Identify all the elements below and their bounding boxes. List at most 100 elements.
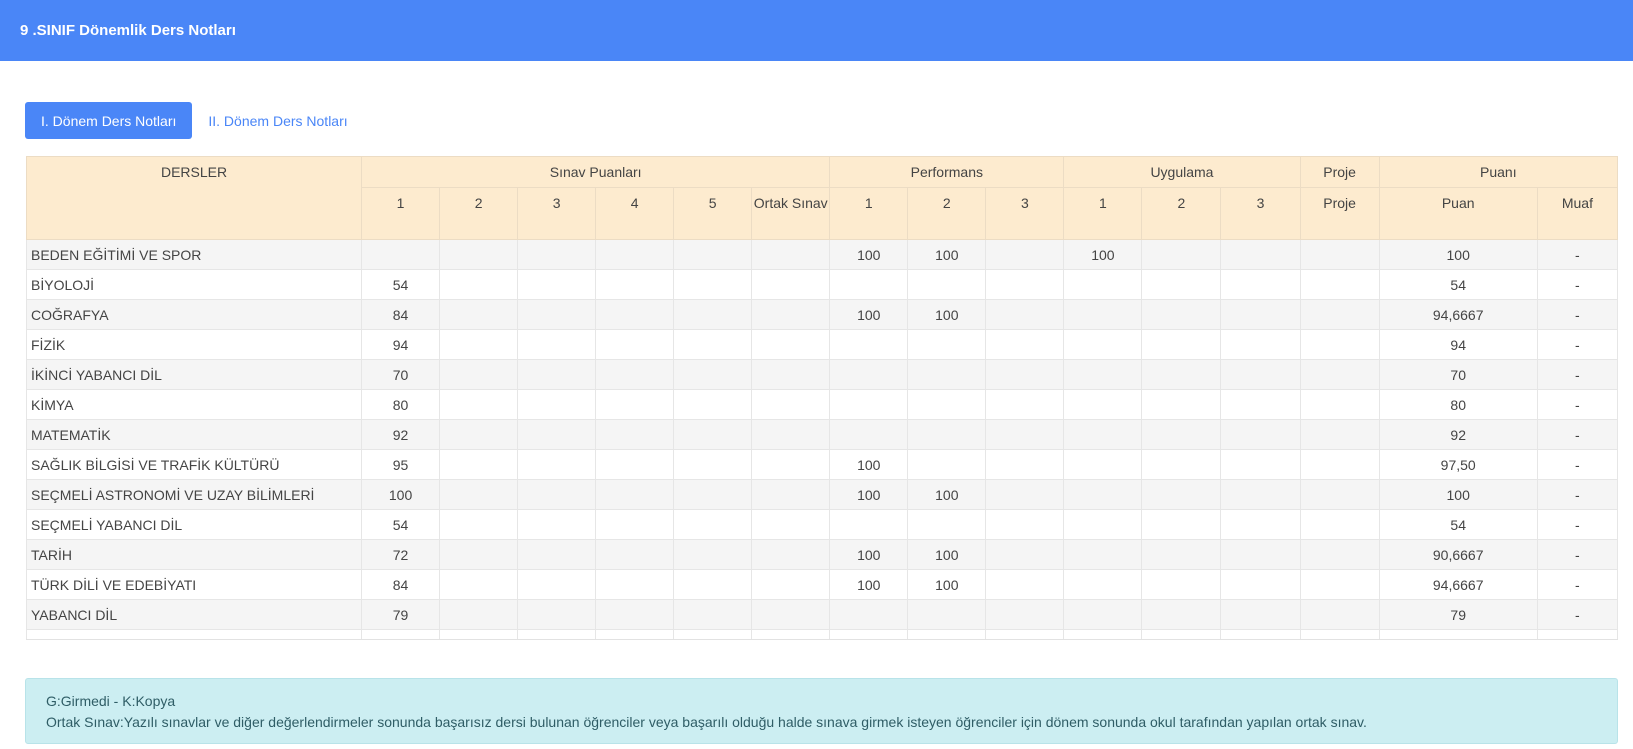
cell-performance-score: [829, 509, 909, 540]
cell-exam-score: [751, 359, 831, 390]
cell-performance-score: 100: [829, 239, 909, 270]
cell-project-score: [1299, 449, 1380, 480]
cell-practice-score: [1063, 389, 1143, 420]
cell-exam-score: [673, 239, 753, 270]
cell-exempt: -: [1536, 479, 1618, 510]
filler-cell: [829, 629, 909, 639]
table-row: SEÇMELİ ASTRONOMİ VE UZAY BİLİMLERİ 100 10…: [26, 479, 1618, 510]
cell-performance-score: 100: [829, 449, 909, 480]
cell-exam-score: [751, 269, 831, 300]
filler-cell: [517, 629, 597, 639]
cell-performance-score: [907, 329, 987, 360]
cell-exam-score: [595, 479, 675, 510]
cell-performance-score: 100: [829, 299, 909, 330]
cell-exam-score: [439, 269, 519, 300]
subheader-exam-2: 2: [439, 187, 519, 240]
cell-exempt: -: [1536, 599, 1618, 630]
filler-cell: [1299, 629, 1380, 639]
cell-exam-score: [595, 509, 675, 540]
cell-practice-score: [1220, 299, 1301, 330]
filler-cell: [595, 629, 675, 639]
table-row: YABANCI DİL 79 79-: [26, 599, 1618, 630]
cell-performance-score: 100: [829, 569, 909, 600]
cell-practice-score: [1220, 389, 1301, 420]
cell-exam-score: [517, 419, 597, 450]
cell-exam-score: [673, 449, 753, 480]
subheader-common-exam: Ortak Sınav: [751, 187, 831, 240]
cell-performance-score: [985, 269, 1065, 300]
cell-practice-score: [1141, 329, 1222, 360]
cell-performance-score: [829, 269, 909, 300]
cell-practice-score: [1141, 389, 1222, 420]
cell-performance-score: 100: [829, 539, 909, 570]
cell-exam-score: 100: [361, 479, 441, 510]
table-row: BEDEN EĞİTİMİ VE SPOR 100 100 100 100-: [26, 239, 1618, 270]
cell-exam-score: [439, 569, 519, 600]
cell-practice-score: [1220, 419, 1301, 450]
filler-cell: [361, 629, 441, 639]
table-row: COĞRAFYA 84 100 100 94,6667-: [26, 299, 1618, 330]
cell-performance-score: [907, 509, 987, 540]
cell-score: 92: [1378, 419, 1538, 450]
cell-exam-score: 84: [361, 569, 441, 600]
cell-exam-score: [595, 599, 675, 630]
cell-performance-score: [985, 509, 1065, 540]
cell-exam-score: [673, 569, 753, 600]
cell-exempt: -: [1536, 509, 1618, 540]
table-row: TARİH 72 100 100 90,6667-: [26, 539, 1618, 570]
cell-exempt: -: [1536, 359, 1618, 390]
cell-exam-score: [751, 599, 831, 630]
tab-second-term[interactable]: II. Dönem Ders Notları: [208, 113, 347, 129]
cell-performance-score: [907, 419, 987, 450]
cell-exempt: -: [1536, 419, 1618, 450]
cell-lesson: MATEMATİK: [26, 419, 363, 450]
cell-exam-score: [673, 389, 753, 420]
cell-lesson: SEÇMELİ ASTRONOMİ VE UZAY BİLİMLERİ: [26, 479, 363, 510]
cell-practice-score: 100: [1063, 239, 1143, 270]
cell-score: 100: [1378, 479, 1538, 510]
cell-exam-score: [673, 329, 753, 360]
cell-exam-score: [517, 569, 597, 600]
cell-performance-score: 100: [907, 239, 987, 270]
tab-first-term[interactable]: I. Dönem Ders Notları: [25, 102, 193, 139]
table-header: DERSLER Sınav Puanları Performans Uygula…: [26, 156, 1618, 240]
filler-cell: [907, 629, 987, 639]
cell-lesson: SEÇMELİ YABANCI DİL: [26, 509, 363, 540]
cell-project-score: [1299, 419, 1380, 450]
cell-exam-score: 79: [361, 599, 441, 630]
filler-cell: [1063, 629, 1143, 639]
table-row: TÜRK DİLİ VE EDEBİYATI 84 100 100 94,6667-: [26, 569, 1618, 600]
cell-practice-score: [1220, 479, 1301, 510]
filler-cell: [1220, 629, 1301, 639]
cell-performance-score: [907, 269, 987, 300]
table-row: MATEMATİK 92 92-: [26, 419, 1618, 450]
cell-exam-score: [517, 329, 597, 360]
cell-exempt: -: [1536, 449, 1618, 480]
cell-score: 80: [1378, 389, 1538, 420]
cell-exam-score: [673, 269, 753, 300]
cell-practice-score: [1063, 449, 1143, 480]
cell-exam-score: 95: [361, 449, 441, 480]
cell-exam-score: [439, 239, 519, 270]
cell-practice-score: [1220, 329, 1301, 360]
cell-project-score: [1299, 569, 1380, 600]
cell-practice-score: [1220, 539, 1301, 570]
cell-exam-score: [751, 449, 831, 480]
filler-cell: [751, 629, 831, 639]
cell-exempt: -: [1536, 329, 1618, 360]
cell-practice-score: [1141, 419, 1222, 450]
table-row: İKİNCİ YABANCI DİL 70 70-: [26, 359, 1618, 390]
filler-cell: [985, 629, 1065, 639]
cell-exam-score: [673, 539, 753, 570]
cell-practice-score: [1141, 299, 1222, 330]
page-title: 9 .SINIF Dönemlik Ders Notları: [20, 22, 236, 39]
cell-performance-score: [985, 239, 1065, 270]
subheader-exempt: Muaf: [1536, 187, 1618, 240]
cell-exam-score: [439, 389, 519, 420]
cell-project-score: [1299, 479, 1380, 510]
cell-score: 54: [1378, 269, 1538, 300]
cell-project-score: [1299, 269, 1380, 300]
cell-performance-score: [985, 479, 1065, 510]
cell-exam-score: [673, 479, 753, 510]
subheader-project: Proje: [1299, 187, 1380, 240]
